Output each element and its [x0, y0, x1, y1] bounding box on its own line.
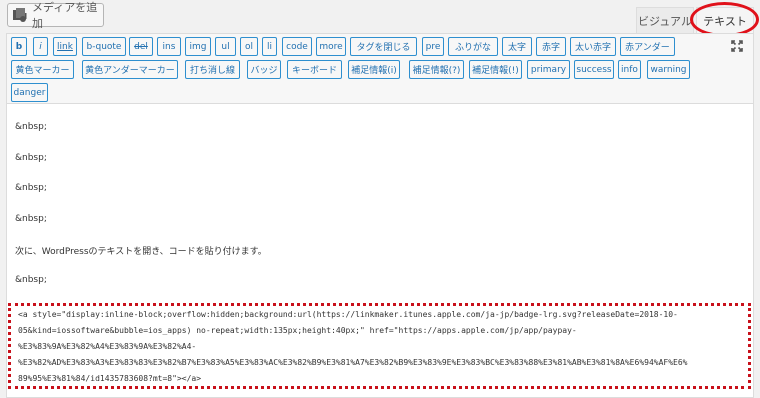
qt-badge-button[interactable]: バッジ	[247, 60, 281, 79]
qt-yellow-marker-button[interactable]: 黄色マーカー	[11, 60, 74, 79]
qt-italic-button[interactable]: i	[33, 37, 48, 56]
highlight-dotted-box: <a style="display:inline-block;overflow:…	[8, 303, 751, 389]
code-line: <a style="display:inline-block;overflow:…	[18, 310, 678, 319]
qt-strikethrough-button[interactable]: 打ち消し線	[185, 60, 240, 79]
qt-primary-button[interactable]: primary	[527, 60, 570, 79]
add-media-label: メディアを追加	[32, 1, 98, 30]
qt-img-button[interactable]: img	[185, 37, 211, 56]
qt-supplement-i-button[interactable]: 補足情報(i)	[348, 60, 400, 79]
qt-danger-button[interactable]: danger	[11, 83, 48, 102]
qt-ul-button[interactable]: ul	[215, 37, 236, 56]
qt-bold-ja-button[interactable]: 太字	[502, 37, 532, 56]
qt-ins-button[interactable]: ins	[157, 37, 181, 56]
qt-code-button[interactable]: code	[282, 37, 312, 56]
code-line: %E3%83%9A%E3%82%A4%E3%83%9A%E3%82%A4-	[18, 342, 197, 351]
editor-area: b i link b-quote del ins img ul ol li co…	[6, 33, 754, 398]
qt-info-button[interactable]: info	[618, 60, 641, 79]
content-line: &nbsp;	[15, 183, 47, 193]
content-line: &nbsp;	[15, 153, 47, 163]
qt-red-button[interactable]: 赤字	[536, 37, 566, 56]
content-line: 次に、WordPressのテキストを開き、コードを貼り付けます。	[15, 247, 267, 257]
qt-pre-button[interactable]: pre	[422, 37, 444, 56]
qt-close-tags-button[interactable]: タグを閉じる	[350, 37, 417, 56]
qt-link-button[interactable]: link	[53, 37, 77, 56]
tab-visual[interactable]: ビジュアル	[636, 7, 694, 33]
highlight-circle	[690, 2, 759, 37]
qt-warning-button[interactable]: warning	[647, 60, 690, 79]
content-line: &nbsp;	[15, 122, 47, 132]
qt-furigana-button[interactable]: ふりがな	[448, 37, 498, 56]
code-line: %E3%82%AD%E3%83%A3%E3%83%83%E3%82%B7%E3%…	[18, 358, 688, 367]
code-line: 89%95%E3%81%84/id1435783608?mt=8"></a>	[18, 374, 202, 383]
qt-supplement-ex-button[interactable]: 補足情報(!)	[469, 60, 522, 79]
code-line: 05&kind=iossoftware&bubble=ios_apps) no-…	[18, 326, 577, 335]
qt-ol-button[interactable]: ol	[240, 37, 258, 56]
add-media-button[interactable]: メディアを追加	[7, 1, 104, 30]
content-line: &nbsp;	[15, 275, 47, 285]
fullscreen-icon[interactable]	[730, 38, 744, 52]
qt-del-button[interactable]: del	[129, 37, 153, 56]
qt-supplement-q-button[interactable]: 補足情報(?)	[409, 60, 464, 79]
content-line: &nbsp;	[15, 214, 47, 224]
media-icon	[12, 7, 28, 23]
qt-keyboard-button[interactable]: キーボード	[287, 60, 342, 79]
qt-yellow-underline-marker-button[interactable]: 黄色アンダーマーカー	[82, 60, 178, 79]
qt-li-button[interactable]: li	[262, 37, 277, 56]
qt-bold-red-button[interactable]: 太い赤字	[570, 37, 616, 56]
qt-bold-button[interactable]: b	[11, 37, 27, 56]
qt-more-button[interactable]: more	[316, 37, 346, 56]
qt-success-button[interactable]: success	[574, 60, 614, 79]
text-content[interactable]: &nbsp; &nbsp; &nbsp; &nbsp; 次に、WordPress…	[7, 105, 753, 397]
quicktags-toolbar: b i link b-quote del ins img ul ol li co…	[7, 34, 753, 104]
qt-red-underline-button[interactable]: 赤アンダー	[620, 37, 675, 56]
qt-bquote-button[interactable]: b-quote	[82, 37, 126, 56]
